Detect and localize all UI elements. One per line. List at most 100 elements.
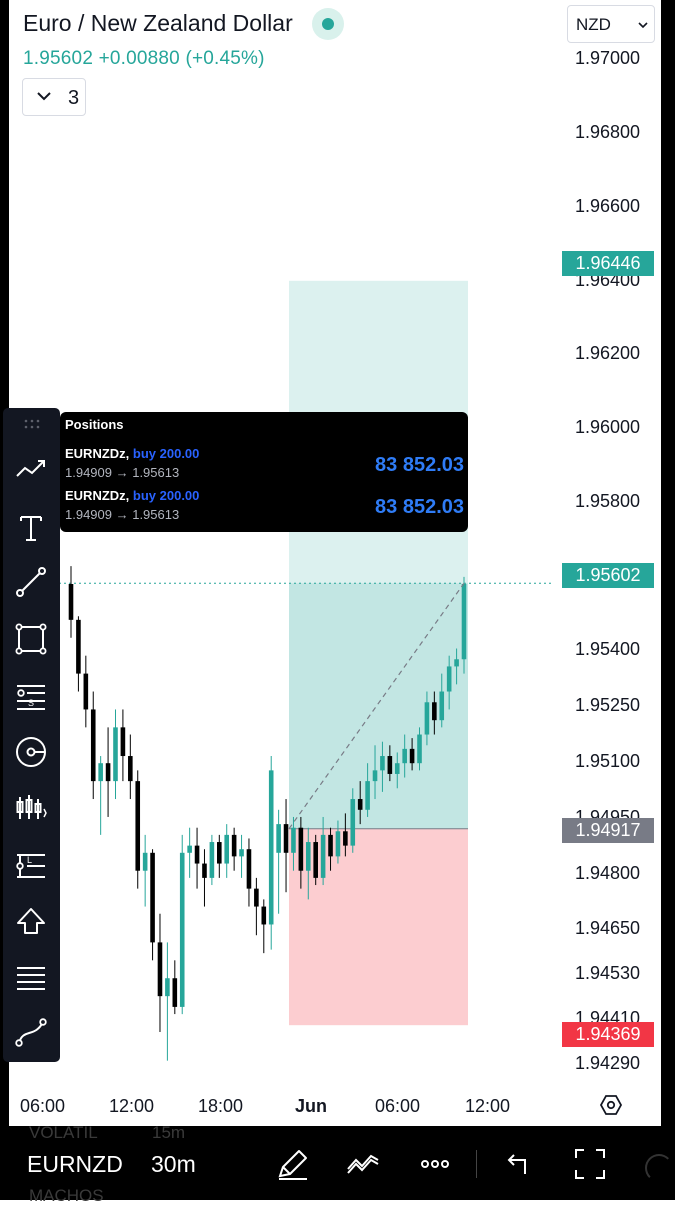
candle-body <box>276 824 281 853</box>
indicators-count: 3 <box>68 87 80 109</box>
candle-body <box>209 842 215 878</box>
stop-price-tag[interactable]: 1.94369 <box>562 1022 654 1047</box>
candle-body <box>454 659 459 667</box>
brush-icon[interactable] <box>275 1146 311 1182</box>
position-symbol: EURNZDz, buy 200.00 <box>65 488 199 503</box>
candle-body <box>187 845 192 853</box>
circle-target-icon[interactable] <box>13 734 49 770</box>
candle-body <box>246 849 252 889</box>
position-symbol: EURNZDz, buy 200.00 <box>65 446 199 461</box>
candle-body <box>417 734 422 764</box>
candle-body <box>157 942 163 997</box>
candle-body <box>217 842 222 864</box>
time-axis-label: 06:00 <box>375 1096 421 1116</box>
candle-body <box>387 756 393 774</box>
price-axis-label: 1.94530 <box>575 963 641 983</box>
market-open-status-icon[interactable] <box>312 8 344 40</box>
symbol-button[interactable]: EURNZD <box>27 1151 123 1178</box>
price-axis-label: 1.94800 <box>575 863 641 883</box>
time-axis-label: Jun <box>295 1096 328 1116</box>
price-axis-label: 1.96000 <box>575 417 641 437</box>
position-pnl: 83 852.03 <box>375 496 464 518</box>
long-position-icon[interactable]: L <box>13 848 49 884</box>
price-axis-label: 1.96600 <box>575 196 641 216</box>
chevron-down-icon <box>638 22 648 29</box>
interval-button[interactable]: 30m <box>151 1151 196 1178</box>
currency-select[interactable]: NZD <box>567 5 655 43</box>
bottom-toolbar: VOLATIL 15m MACHOS EURNZD 30m <box>9 1123 675 1205</box>
position-symbol-name: EURNZDz, <box>65 446 130 461</box>
candle-body <box>76 619 81 674</box>
candle-body <box>231 834 237 857</box>
svg-text:L: L <box>27 855 32 865</box>
target-price-tag[interactable]: 1.96446 <box>562 251 654 276</box>
candle-body <box>343 831 348 846</box>
time-axis-label: 06:00 <box>20 1096 66 1116</box>
candle-body <box>394 763 400 774</box>
candle-body <box>68 584 74 620</box>
position-side: buy 200.00 <box>132 488 200 503</box>
arrow-up-icon[interactable] <box>13 904 49 940</box>
candle-body <box>461 584 467 660</box>
text-icon[interactable] <box>13 510 49 546</box>
candle-body <box>90 709 96 782</box>
more-options-icon[interactable] <box>417 1146 453 1182</box>
rectangle-icon[interactable] <box>13 621 49 657</box>
candle-body <box>365 781 370 810</box>
fullscreen-icon[interactable] <box>572 1146 608 1182</box>
refresh-icon[interactable] <box>645 1154 673 1182</box>
fib-retracement-icon[interactable]: S <box>13 679 49 715</box>
ghost-label: VOLATIL <box>29 1123 98 1142</box>
position-pnl: 83 852.03 <box>375 454 464 476</box>
price-change-percent: (+0.45%) <box>185 48 265 69</box>
price-axis-label: 1.96800 <box>575 122 641 142</box>
trend-line-icon[interactable] <box>13 452 49 488</box>
positions-panel[interactable]: Positions EURNZDz, buy 200.00 1.94909 → … <box>60 412 468 532</box>
candle-body <box>268 770 274 925</box>
candle-body <box>142 852 148 871</box>
candle-body <box>298 827 304 871</box>
chevron-down-icon <box>37 92 51 101</box>
candle-body <box>202 863 207 878</box>
chart-area[interactable]: Euro / New Zealand Dollar 1.95602 +0.008… <box>9 0 661 1126</box>
candles-pattern-icon[interactable] <box>13 789 49 825</box>
horizontal-lines-icon[interactable] <box>13 960 49 996</box>
candle-body <box>172 978 178 1007</box>
candle-body <box>113 727 118 782</box>
symbol-title[interactable]: Euro / New Zealand Dollar <box>23 10 293 37</box>
candle-body <box>165 978 170 997</box>
position-row[interactable]: EURNZDz, buy 200.00 1.94909 → 1.95613 83… <box>65 488 465 528</box>
price-axis-label: 1.95100 <box>575 751 641 771</box>
price-axis-label: 1.95250 <box>575 695 641 715</box>
toolbar-divider <box>476 1150 477 1178</box>
position-prices: 1.94909 → 1.95613 <box>65 465 180 480</box>
drawing-toolbar[interactable]: S L <box>3 408 60 1062</box>
chart-settings-icon[interactable] <box>599 1093 623 1117</box>
indicators-icon[interactable] <box>345 1146 381 1182</box>
drag-handle-icon[interactable] <box>23 418 41 430</box>
candle-body <box>291 827 296 853</box>
line-icon[interactable] <box>13 564 49 600</box>
candle-body <box>350 799 356 846</box>
position-row[interactable]: EURNZDz, buy 200.00 1.94909 → 1.95613 83… <box>65 446 465 486</box>
current-price-tag[interactable]: 1.95602 <box>562 563 654 588</box>
indicators-toggle-button[interactable]: 3 <box>22 78 86 116</box>
candle-body <box>432 702 437 721</box>
curve-icon[interactable] <box>13 1014 49 1050</box>
candle-body <box>439 691 445 721</box>
price-change: +0.00880 <box>98 48 180 69</box>
entry-price-tag[interactable]: 1.94917 <box>562 818 654 843</box>
candle-body <box>305 842 311 871</box>
candle-body <box>98 763 103 782</box>
price-axis-label: 1.94650 <box>575 918 641 938</box>
candle-body <box>424 702 430 735</box>
currency-label: NZD <box>576 15 611 34</box>
candle-body <box>239 849 244 857</box>
undo-icon[interactable] <box>499 1146 535 1182</box>
price-quote: 1.95602 +0.00880 (+0.45%) <box>23 48 265 70</box>
candle-body <box>135 781 141 871</box>
price-axis-label: 1.95800 <box>575 491 641 511</box>
candle-body <box>179 852 185 1007</box>
position-side: buy 200.00 <box>132 446 200 461</box>
candle-body <box>150 852 155 943</box>
